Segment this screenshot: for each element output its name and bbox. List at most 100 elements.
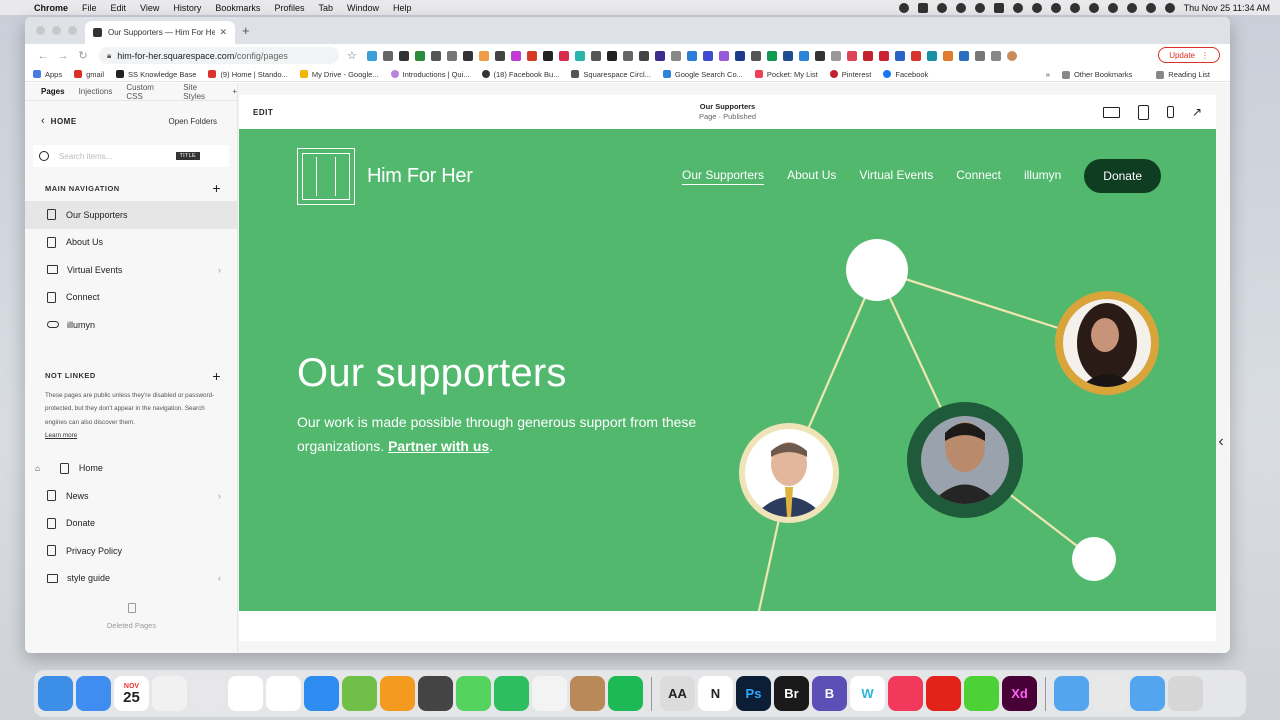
sidebar-item-our-supporters[interactable]: Our Supporters (25, 201, 237, 229)
tab-injections[interactable]: Injections (79, 87, 113, 96)
l-extension-icon[interactable] (606, 50, 617, 61)
sidebar-item-about-us[interactable]: About Us (25, 229, 237, 257)
bbedit-icon[interactable]: B (812, 676, 847, 711)
counter-extension-icon[interactable] (734, 50, 745, 61)
user-switch-icon[interactable] (1145, 2, 1156, 13)
finder-icon[interactable] (38, 676, 73, 711)
t2-extension-icon[interactable] (974, 50, 985, 61)
bookmark-apps[interactable]: Apps (33, 70, 62, 79)
menu-profiles[interactable]: Profiles (267, 3, 311, 13)
chat-icon[interactable] (974, 2, 985, 13)
time-machine-icon[interactable] (1107, 2, 1118, 13)
menu-file[interactable]: File (75, 3, 104, 13)
bookmark-pocket[interactable]: Pocket: My List (754, 70, 818, 79)
dark-mode-icon[interactable] (1031, 2, 1042, 13)
download-extension-icon[interactable] (654, 50, 665, 61)
add-tab-icon[interactable]: + (232, 87, 237, 96)
music-icon[interactable] (888, 676, 923, 711)
tab-pages[interactable]: Pages (41, 87, 65, 96)
bookmark-facebook-business[interactable]: (18) Facebook Bu... (481, 70, 559, 79)
menu-view[interactable]: View (133, 3, 166, 13)
photoshop-icon[interactable]: Ps (736, 676, 771, 711)
supporter-avatar[interactable] (1055, 291, 1159, 395)
eyedropper-extension-icon[interactable] (430, 50, 441, 61)
sidebar-item-style-guide[interactable]: style guide ‹ (25, 565, 237, 593)
menu-help[interactable]: Help (386, 3, 419, 13)
creative-cloud-icon[interactable] (936, 2, 947, 13)
search-filter-badge[interactable]: TITLE (175, 152, 200, 160)
mail-icon[interactable] (76, 676, 111, 711)
reload-icon[interactable]: ↻ (73, 49, 93, 62)
abp-extension-icon[interactable] (558, 50, 569, 61)
evernote-icon[interactable] (494, 676, 529, 711)
bookmark-standout[interactable]: (9) Home | Stando... (208, 70, 288, 79)
downloads-stack-icon[interactable] (1092, 676, 1127, 711)
wand-extension-icon[interactable] (622, 50, 633, 61)
learn-more-link[interactable]: Learn more (45, 432, 77, 439)
home-link[interactable]: HOME (51, 117, 77, 126)
screen-extension-icon[interactable] (958, 50, 969, 61)
documents-folder-icon[interactable] (1130, 676, 1165, 711)
sidebar-item-donate[interactable]: Donate (25, 510, 237, 538)
launchpad-icon[interactable] (190, 676, 225, 711)
chevron-right-icon[interactable]: › (218, 491, 221, 501)
text-icon[interactable] (917, 2, 928, 13)
nav-connect[interactable]: Connect (956, 168, 1001, 184)
more-menu-icon[interactable]: ⋮ (1201, 51, 1209, 60)
site-logo[interactable]: Him For Her (297, 148, 473, 205)
contacts-icon[interactable] (570, 676, 605, 711)
puzzle-extensions-icon[interactable] (990, 50, 1001, 61)
eye-extension-icon[interactable] (750, 50, 761, 61)
deleted-pages-button[interactable]: Deleted Pages (25, 603, 238, 630)
notion-icon[interactable]: N (698, 676, 733, 711)
back-icon[interactable]: ← (33, 50, 53, 62)
menu-app-name[interactable]: Chrome (28, 3, 75, 13)
sidebar-item-privacy-policy[interactable]: Privacy Policy (25, 537, 237, 565)
w-extension-icon[interactable] (542, 50, 553, 61)
recycle-extension-icon[interactable] (670, 50, 681, 61)
globe-extension-icon[interactable] (894, 50, 905, 61)
nav-illumyn[interactable]: illumyn (1024, 168, 1061, 184)
pocket-extension-icon[interactable] (846, 50, 857, 61)
active-tab[interactable]: Our Supporters — Him For Her ✕ (85, 21, 235, 44)
bookmark-star-icon[interactable]: ☆ (347, 49, 357, 62)
other-bookmarks[interactable]: Other Bookmarks (1061, 70, 1132, 79)
trash-icon[interactable] (1168, 676, 1203, 711)
grid-extension-icon[interactable] (398, 50, 409, 61)
spotlight-icon[interactable] (1126, 2, 1137, 13)
colorzilla-extension-icon[interactable] (478, 50, 489, 61)
t-extension-icon[interactable] (798, 50, 809, 61)
bookmark-gmail[interactable]: gmail (74, 70, 104, 79)
forward-icon[interactable]: → (53, 50, 73, 62)
reading-list[interactable]: Reading List (1156, 70, 1210, 79)
ya-extension-icon[interactable] (526, 50, 537, 61)
menu-bookmarks[interactable]: Bookmarks (208, 3, 267, 13)
keka-icon[interactable] (342, 676, 377, 711)
grammarly-extension-icon[interactable] (574, 50, 585, 61)
spotify-icon[interactable] (608, 676, 643, 711)
chevron-right-icon[interactable]: › (218, 265, 221, 275)
xd-icon[interactable]: Xd (1002, 676, 1037, 711)
donate-button[interactable]: Donate (1084, 159, 1161, 193)
notification-extension-icon[interactable] (718, 50, 729, 61)
zoom-window-button[interactable] (68, 26, 77, 35)
bookmark-google-search-console[interactable]: Google Search Co... (662, 70, 743, 79)
bookmark-introductions[interactable]: Introductions | Qui... (390, 70, 470, 79)
add-unlinked-page-icon[interactable]: + (212, 368, 221, 384)
chevron-left-icon[interactable]: ‹ (218, 573, 221, 583)
menu-window[interactable]: Window (340, 3, 386, 13)
partner-with-us-link[interactable]: Partner with us (388, 438, 489, 454)
menu-history[interactable]: History (166, 3, 208, 13)
d-extension-icon[interactable] (926, 50, 937, 61)
profile-avatar-icon[interactable] (1006, 50, 1017, 61)
pages-icon[interactable] (380, 676, 415, 711)
lock-icon[interactable]: 🔒︎ (107, 51, 111, 61)
acrobat-icon[interactable] (926, 676, 961, 711)
bookmark-squarespace-circle[interactable]: Squarespace Circl... (571, 70, 651, 79)
back-chevron-icon[interactable]: ‹ (41, 115, 45, 127)
textedit-icon[interactable] (532, 676, 567, 711)
sidebar-item-illumyn[interactable]: illumyn (25, 311, 237, 339)
compass-extension-icon[interactable] (590, 50, 601, 61)
sidebar-item-home[interactable]: ⌂ Home (25, 455, 237, 483)
recording-icon[interactable] (898, 2, 909, 13)
